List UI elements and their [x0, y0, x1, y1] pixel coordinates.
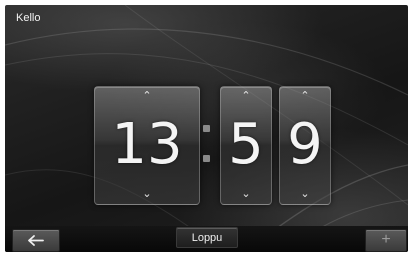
- separator-dot-bottom: [203, 155, 210, 162]
- end-button[interactable]: Loppu: [176, 227, 238, 248]
- end-button-label: Loppu: [191, 232, 223, 244]
- seconds-value: 9: [287, 112, 323, 177]
- hours-wheel[interactable]: ⌃ 13 ⌄: [94, 86, 200, 205]
- add-button[interactable]: +: [365, 229, 407, 252]
- chevron-down-icon[interactable]: ⌄: [298, 189, 312, 200]
- minutes-value: 5: [228, 112, 264, 177]
- separator-dot-top: [203, 125, 210, 132]
- chevron-down-icon[interactable]: ⌄: [239, 189, 253, 200]
- clock-screen: Kello ⌃ 13 ⌄ ⌃ 5 ⌄ ⌃ 9 ⌄ Loppu +: [5, 5, 408, 252]
- chevron-up-icon[interactable]: ⌃: [140, 91, 154, 102]
- plus-icon: +: [381, 231, 391, 248]
- arrow-left-icon: [28, 235, 44, 246]
- seconds-wheel[interactable]: ⌃ 9 ⌄: [279, 86, 331, 205]
- app-title: Kello: [16, 12, 41, 24]
- chevron-down-icon[interactable]: ⌄: [140, 189, 154, 200]
- minutes-wheel[interactable]: ⌃ 5 ⌄: [220, 86, 272, 205]
- back-button[interactable]: [12, 229, 60, 252]
- hours-value: 13: [111, 112, 183, 177]
- chevron-up-icon[interactable]: ⌃: [298, 91, 312, 102]
- chevron-up-icon[interactable]: ⌃: [239, 91, 253, 102]
